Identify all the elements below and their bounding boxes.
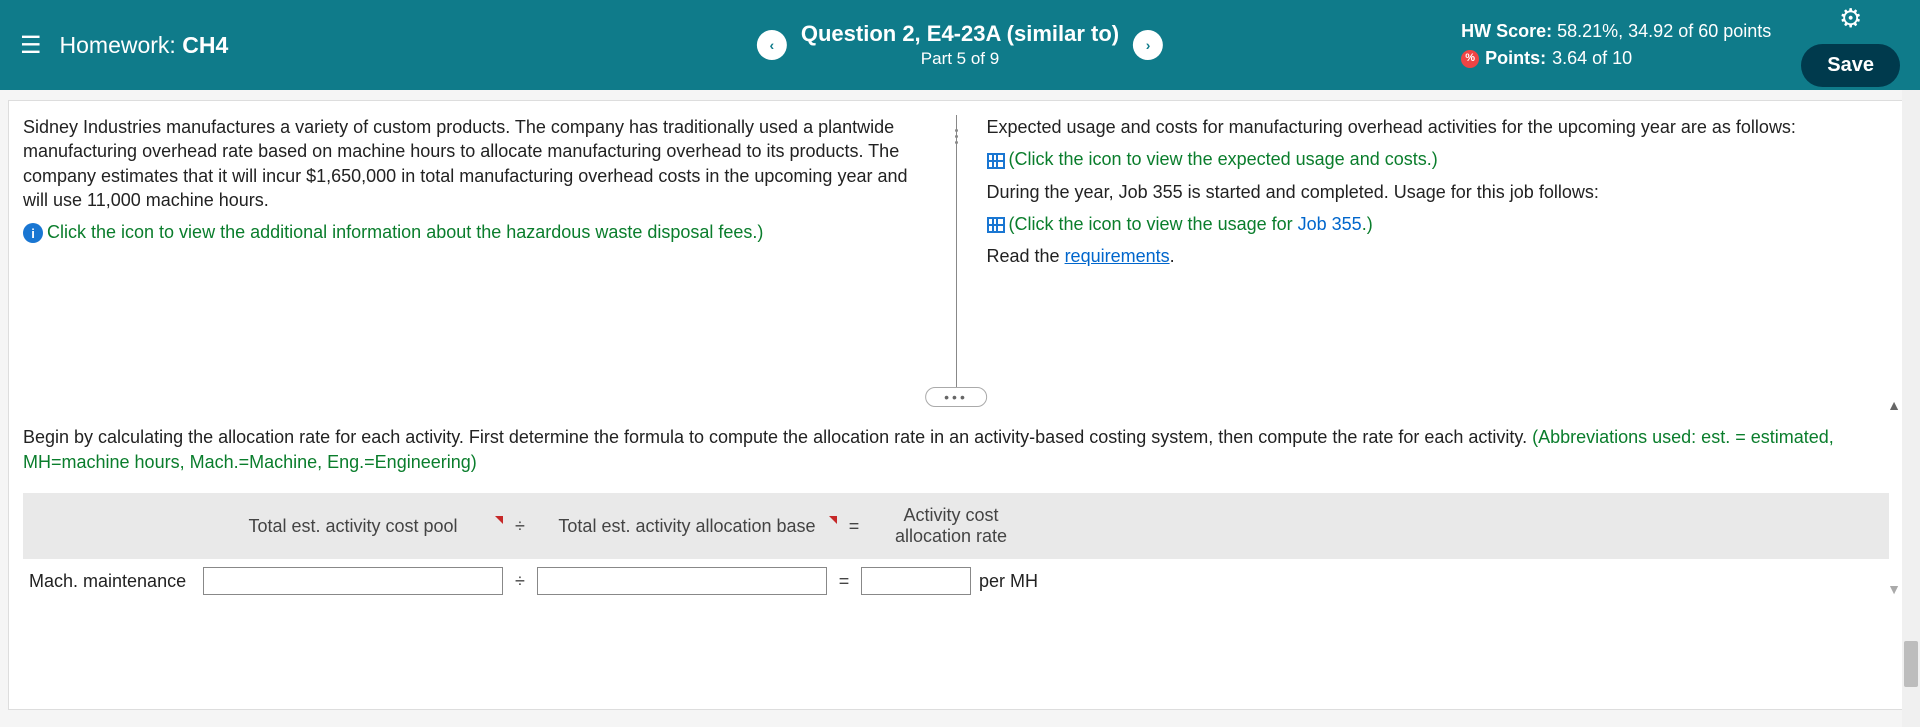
info-link-text: Click the icon to view the additional in… — [47, 222, 763, 242]
save-button[interactable]: Save — [1801, 44, 1900, 87]
prev-question-button[interactable]: ‹ — [757, 30, 787, 60]
problem-right-column: Expected usage and costs for manufacturi… — [956, 115, 1890, 391]
period: . — [1170, 246, 1175, 266]
scrollbar-thumb[interactable] — [1904, 641, 1918, 687]
question-nav: ‹ Question 2, E4-23A (similar to) Part 5… — [757, 21, 1163, 69]
right-text-2: During the year, Job 355 is started and … — [987, 180, 1890, 204]
question-part: Part 5 of 9 — [801, 49, 1119, 69]
row-label-mach-maintenance: Mach. maintenance — [23, 571, 203, 592]
gear-icon[interactable]: ⚙ — [1839, 3, 1862, 34]
op-equals: = — [837, 516, 871, 537]
divider-handle[interactable] — [948, 101, 964, 171]
problem-left-column: Sidney Industries manufactures a variety… — [23, 115, 956, 391]
homework-label: Homework: — [60, 32, 176, 58]
requirements-link[interactable]: requirements — [1065, 246, 1170, 266]
points-label: Points: — [1485, 45, 1546, 72]
app-header: ☰ Homework: CH4 ‹ Question 2, E4-23A (si… — [0, 0, 1920, 90]
scroll-down-icon[interactable]: ▼ — [1887, 581, 1901, 597]
next-question-button[interactable]: › — [1133, 30, 1163, 60]
instruction-text: Begin by calculating the allocation rate… — [23, 425, 1889, 475]
op-divide: ÷ — [503, 516, 537, 537]
op-divide: ÷ — [503, 571, 537, 592]
input-allocation-base[interactable] — [537, 567, 827, 595]
unit-label: per MH — [979, 571, 1038, 592]
table-row: Mach. maintenance ÷ = per MH — [23, 559, 1889, 603]
hw-score-value: 58.21%, 34.92 of 60 points — [1557, 21, 1771, 41]
header-allocation-base[interactable]: Total est. activity allocation base — [537, 516, 837, 537]
formula-table: Total est. activity cost pool ÷ Total es… — [23, 493, 1889, 603]
points-value: 3.64 of 10 — [1552, 45, 1632, 72]
data-link-usage-costs[interactable]: (Click the icon to view the expected usa… — [987, 147, 1890, 171]
right-text-1: Expected usage and costs for manufacturi… — [987, 115, 1890, 139]
percent-icon: % — [1461, 50, 1479, 68]
table-icon — [987, 217, 1005, 233]
input-allocation-rate[interactable] — [861, 567, 971, 595]
header-cost-pool[interactable]: Total est. activity cost pool — [203, 516, 503, 537]
header-allocation-rate: Activity cost allocation rate — [871, 505, 1031, 548]
data-link-text2a: (Click the icon to view the usage for — [1009, 214, 1298, 234]
menu-icon[interactable]: ☰ — [20, 31, 42, 60]
score-block: HW Score: 58.21%, 34.92 of 60 points % P… — [1461, 18, 1771, 72]
homework-name: CH4 — [182, 32, 228, 58]
question-info: Question 2, E4-23A (similar to) Part 5 o… — [801, 21, 1119, 69]
homework-title: Homework: CH4 — [60, 32, 229, 59]
data-link-job355[interactable]: (Click the icon to view the usage for Jo… — [987, 212, 1890, 236]
answer-section: ▲ ▼ Begin by calculating the allocation … — [9, 391, 1903, 603]
problem-text: Sidney Industries manufactures a variety… — [23, 115, 926, 212]
read-requirements: Read the requirements. — [987, 244, 1890, 268]
scroll-up-icon[interactable]: ▲ — [1887, 397, 1901, 413]
instruction-main: Begin by calculating the allocation rate… — [23, 427, 1532, 447]
problem-section: Sidney Industries manufactures a variety… — [9, 101, 1903, 391]
question-title: Question 2, E4-23A (similar to) — [801, 21, 1119, 47]
points-row: % Points: 3.64 of 10 — [1461, 45, 1771, 72]
hw-score: HW Score: 58.21%, 34.92 of 60 points — [1461, 18, 1771, 45]
op-equals: = — [827, 571, 861, 592]
header-actions: ⚙ Save — [1801, 3, 1900, 87]
page-scrollbar[interactable] — [1902, 90, 1920, 727]
info-icon: i — [23, 223, 43, 243]
info-link-hazardous[interactable]: iClick the icon to view the additional i… — [23, 220, 926, 244]
table-icon — [987, 153, 1005, 169]
content-panel: Sidney Industries manufactures a variety… — [8, 100, 1904, 710]
read-the-label: Read the — [987, 246, 1065, 266]
hw-score-label: HW Score: — [1461, 21, 1552, 41]
table-header-row: Total est. activity cost pool ÷ Total es… — [23, 493, 1889, 559]
data-link-text2b: .) — [1362, 214, 1373, 234]
data-link-text1: (Click the icon to view the expected usa… — [1009, 149, 1438, 169]
input-cost-pool[interactable] — [203, 567, 503, 595]
job-link: Job 355 — [1298, 214, 1362, 234]
header-right: HW Score: 58.21%, 34.92 of 60 points % P… — [1461, 3, 1900, 87]
